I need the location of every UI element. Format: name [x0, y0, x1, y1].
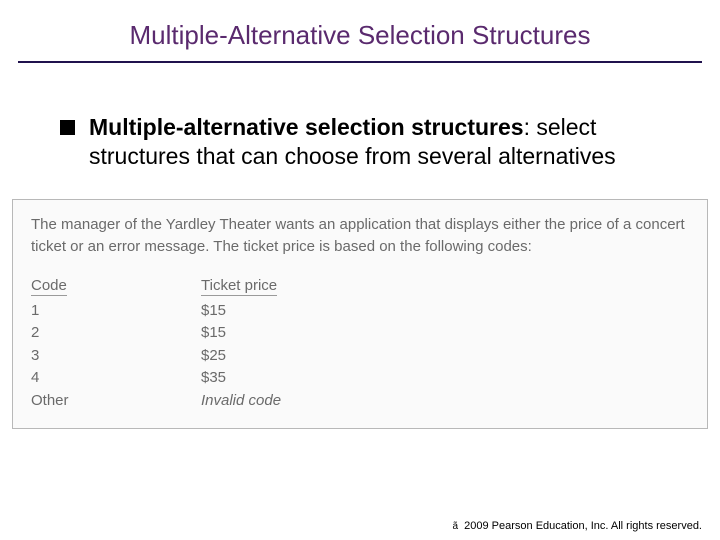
table-cell: 2 [31, 322, 201, 345]
table-cell: 1 [31, 300, 201, 323]
copyright-text: 2009 Pearson Education, Inc. All rights … [461, 520, 702, 532]
table-cell: 4 [31, 367, 201, 390]
table-cell: Other [31, 390, 201, 413]
table-col-price: Ticket price $15 $15 $25 $35 Invalid cod… [201, 277, 401, 413]
table-cell: $25 [201, 345, 401, 368]
table-cell: Invalid code [201, 390, 401, 413]
bullet-item: Multiple-alternative selection structure… [60, 113, 660, 171]
bullet-list: Multiple-alternative selection structure… [60, 113, 660, 171]
copyright-icon: ã [453, 521, 459, 532]
table-cell: $15 [201, 300, 401, 323]
table-cell: $15 [201, 322, 401, 345]
table-header-code: Code [31, 277, 67, 296]
table-cell: 3 [31, 345, 201, 368]
square-bullet-icon [60, 120, 75, 135]
slide: Multiple-Alternative Selection Structure… [0, 0, 720, 540]
bullet-text: Multiple-alternative selection structure… [89, 113, 660, 171]
table-col-code: Code 1 2 3 4 Other [31, 277, 201, 413]
table-header-price: Ticket price [201, 277, 277, 296]
title-underline [18, 61, 702, 63]
page-title: Multiple-Alternative Selection Structure… [0, 0, 720, 61]
example-figure: The manager of the Yardley Theater wants… [12, 199, 708, 430]
code-price-table: Code 1 2 3 4 Other Ticket price $15 $15 … [31, 277, 689, 413]
figure-description: The manager of the Yardley Theater wants… [31, 214, 689, 259]
bullet-term: Multiple-alternative selection structure… [89, 114, 524, 140]
copyright-footer: ã 2009 Pearson Education, Inc. All right… [453, 520, 702, 532]
table-cell: $35 [201, 367, 401, 390]
